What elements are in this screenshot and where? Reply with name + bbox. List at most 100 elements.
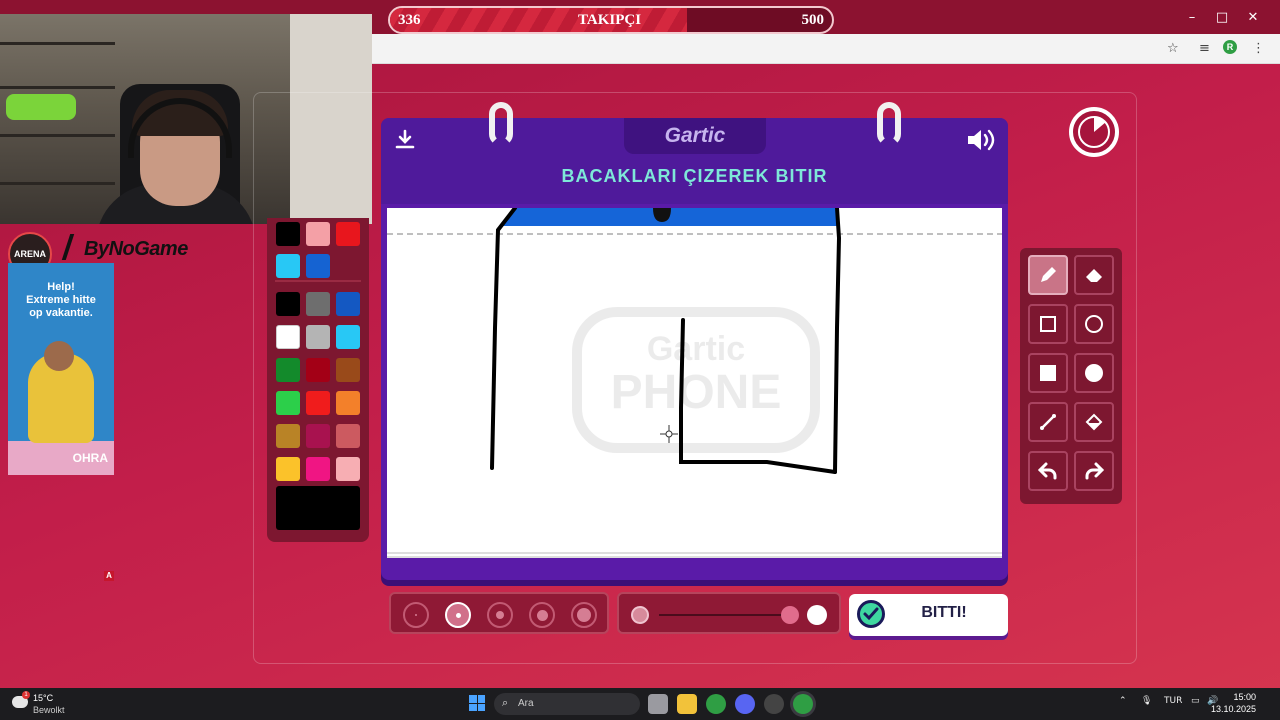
follower-label: TAKIPÇI bbox=[578, 12, 642, 28]
gartic-logo: Gartic bbox=[624, 118, 766, 154]
line-tool[interactable] bbox=[1028, 402, 1068, 442]
color-swatch[interactable] bbox=[306, 391, 330, 415]
minimize-button[interactable]: – bbox=[1182, 10, 1202, 25]
rectangle-outline-tool[interactable] bbox=[1028, 304, 1068, 344]
tool-panel bbox=[1020, 248, 1122, 504]
color-swatch[interactable] bbox=[306, 292, 330, 316]
weather-badge: 1 bbox=[22, 691, 30, 699]
shelf bbox=[0, 134, 115, 137]
profile-avatar[interactable]: R bbox=[1223, 40, 1237, 54]
color-swatch[interactable] bbox=[276, 424, 300, 448]
network-icon[interactable]: ▭ bbox=[1191, 696, 1200, 706]
brand-slash bbox=[61, 234, 75, 260]
clock-time[interactable]: 15:00 bbox=[1233, 692, 1256, 702]
redo-tool[interactable] bbox=[1074, 451, 1114, 491]
model-car bbox=[6, 94, 76, 120]
file-explorer-icon[interactable] bbox=[677, 694, 697, 714]
pencil-icon bbox=[1041, 267, 1056, 282]
crosshair-cursor-icon bbox=[660, 425, 678, 443]
color-swatch[interactable] bbox=[336, 325, 360, 349]
done-label: BITTI! bbox=[921, 604, 967, 621]
watermark-top: Gartic bbox=[647, 330, 745, 368]
clock-date[interactable]: 13.10.2025 bbox=[1211, 704, 1256, 714]
color-swatch[interactable] bbox=[306, 222, 330, 246]
download-icon[interactable] bbox=[393, 128, 417, 157]
close-window-button[interactable]: ✕ bbox=[1243, 10, 1263, 25]
taskbar-search[interactable]: ⌕ Ara bbox=[494, 693, 640, 715]
streamer-name: ByNoGame bbox=[84, 238, 188, 260]
color-swatch[interactable] bbox=[276, 358, 300, 382]
eraser-icon bbox=[1086, 269, 1102, 282]
color-swatch[interactable] bbox=[306, 424, 330, 448]
discord-icon[interactable] bbox=[735, 694, 755, 714]
canvas-drawing: Gartic PHONE bbox=[387, 208, 1002, 474]
brush-size-option[interactable] bbox=[529, 602, 555, 628]
media-control-icon[interactable]: ≡ bbox=[1199, 41, 1210, 56]
opacity-max-icon bbox=[807, 605, 827, 625]
done-button[interactable]: BITTI! bbox=[849, 594, 1008, 636]
undo-icon bbox=[1037, 462, 1057, 480]
color-swatch[interactable] bbox=[336, 358, 360, 382]
circle-filled-tool[interactable] bbox=[1074, 353, 1114, 393]
shelf bbox=[0, 42, 115, 45]
follower-goal: 500 bbox=[801, 12, 825, 28]
undo-tool[interactable] bbox=[1028, 451, 1068, 491]
color-swatch[interactable] bbox=[306, 358, 330, 382]
color-swatch[interactable] bbox=[336, 222, 360, 246]
color-swatch[interactable] bbox=[276, 391, 300, 415]
eraser-tool[interactable] bbox=[1074, 255, 1114, 295]
rectangle-filled-tool[interactable] bbox=[1028, 353, 1068, 393]
bookmark-star-icon[interactable]: ☆ bbox=[1167, 41, 1179, 56]
pencil-tool[interactable] bbox=[1028, 255, 1068, 295]
color-swatch[interactable] bbox=[276, 325, 300, 349]
overlay-badge: A bbox=[104, 571, 114, 581]
chrome-active-icon[interactable] bbox=[793, 694, 813, 714]
watermark-bottom: PHONE bbox=[611, 366, 782, 419]
binder-ring bbox=[877, 102, 901, 146]
start-button[interactable] bbox=[469, 695, 485, 711]
color-swatch[interactable] bbox=[276, 222, 300, 246]
color-swatch[interactable] bbox=[336, 292, 360, 316]
menu-icon[interactable]: ⋮ bbox=[1252, 41, 1265, 56]
microphone-icon[interactable]: 🎙 bbox=[1141, 696, 1152, 706]
color-swatch[interactable] bbox=[336, 391, 360, 415]
color-swatch[interactable] bbox=[336, 424, 360, 448]
logo-text: ARENA bbox=[13, 249, 46, 259]
brush-size-option[interactable] bbox=[445, 602, 471, 628]
chevron-up-icon[interactable]: ⌃ bbox=[1119, 696, 1127, 706]
opacity-slider[interactable] bbox=[617, 592, 841, 634]
color-swatch[interactable] bbox=[306, 457, 330, 481]
board-header: Gartic BACAKLARI ÇIZEREK BITIR bbox=[381, 102, 1008, 204]
search-icon: ⌕ bbox=[502, 696, 509, 709]
brush-size-selector bbox=[389, 592, 609, 634]
ad-banner[interactable]: Help! Extreme hitte op vakantie. OHRA bbox=[8, 263, 114, 475]
color-swatch[interactable] bbox=[276, 292, 300, 316]
follower-current: 336 bbox=[398, 12, 421, 28]
chrome-icon[interactable] bbox=[706, 694, 726, 714]
slider-handle[interactable] bbox=[781, 606, 799, 624]
color-swatch[interactable] bbox=[276, 254, 300, 278]
check-icon bbox=[857, 600, 885, 628]
drawing-canvas[interactable]: Gartic PHONE bbox=[387, 208, 1002, 558]
timer-icon bbox=[1069, 107, 1119, 157]
task-view-icon[interactable] bbox=[648, 694, 668, 714]
obs-icon[interactable] bbox=[764, 694, 784, 714]
fill-bucket-tool[interactable] bbox=[1074, 402, 1114, 442]
color-swatch[interactable] bbox=[336, 457, 360, 481]
brush-size-option[interactable] bbox=[487, 602, 513, 628]
volume-icon[interactable] bbox=[965, 127, 997, 158]
color-swatch[interactable] bbox=[306, 325, 330, 349]
color-swatch[interactable] bbox=[276, 457, 300, 481]
opacity-min-icon bbox=[631, 606, 649, 624]
brush-size-option[interactable] bbox=[403, 602, 429, 628]
maximize-button[interactable]: □ bbox=[1212, 10, 1232, 25]
weather-temp[interactable]: 15°C bbox=[33, 693, 53, 703]
language-indicator[interactable]: TUR bbox=[1164, 696, 1182, 706]
circle-outline-tool[interactable] bbox=[1074, 304, 1114, 344]
drawing-board: Gartic BACAKLARI ÇIZEREK BITIR Gartic PH… bbox=[381, 102, 1008, 580]
brush-size-option[interactable] bbox=[571, 602, 597, 628]
color-swatch[interactable] bbox=[306, 254, 330, 278]
fill-bucket-icon bbox=[1085, 413, 1103, 431]
rectangle-outline-icon bbox=[1040, 316, 1056, 332]
shelf bbox=[0, 182, 115, 185]
